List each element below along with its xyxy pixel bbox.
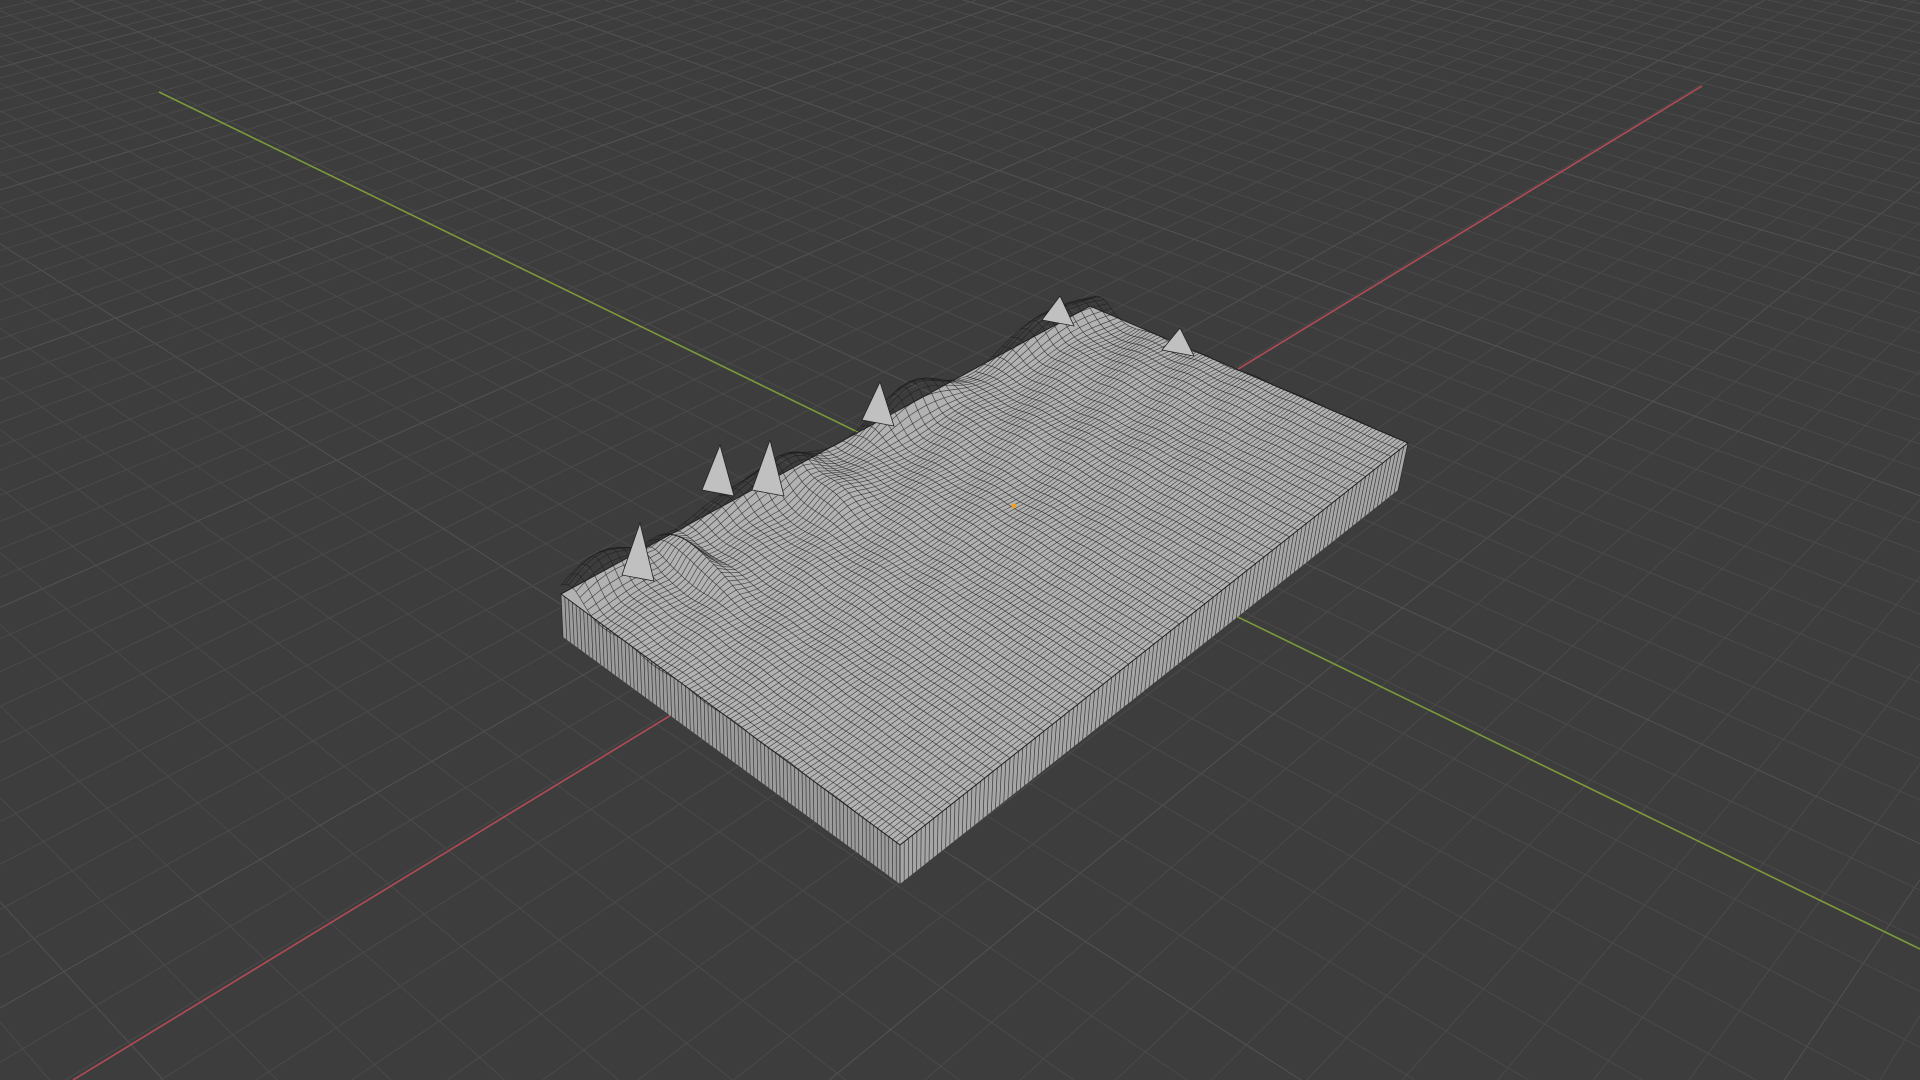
side-wire bbox=[924, 824, 926, 865]
3d-viewport[interactable] bbox=[0, 0, 1920, 1080]
object-origin-icon bbox=[1011, 503, 1017, 509]
